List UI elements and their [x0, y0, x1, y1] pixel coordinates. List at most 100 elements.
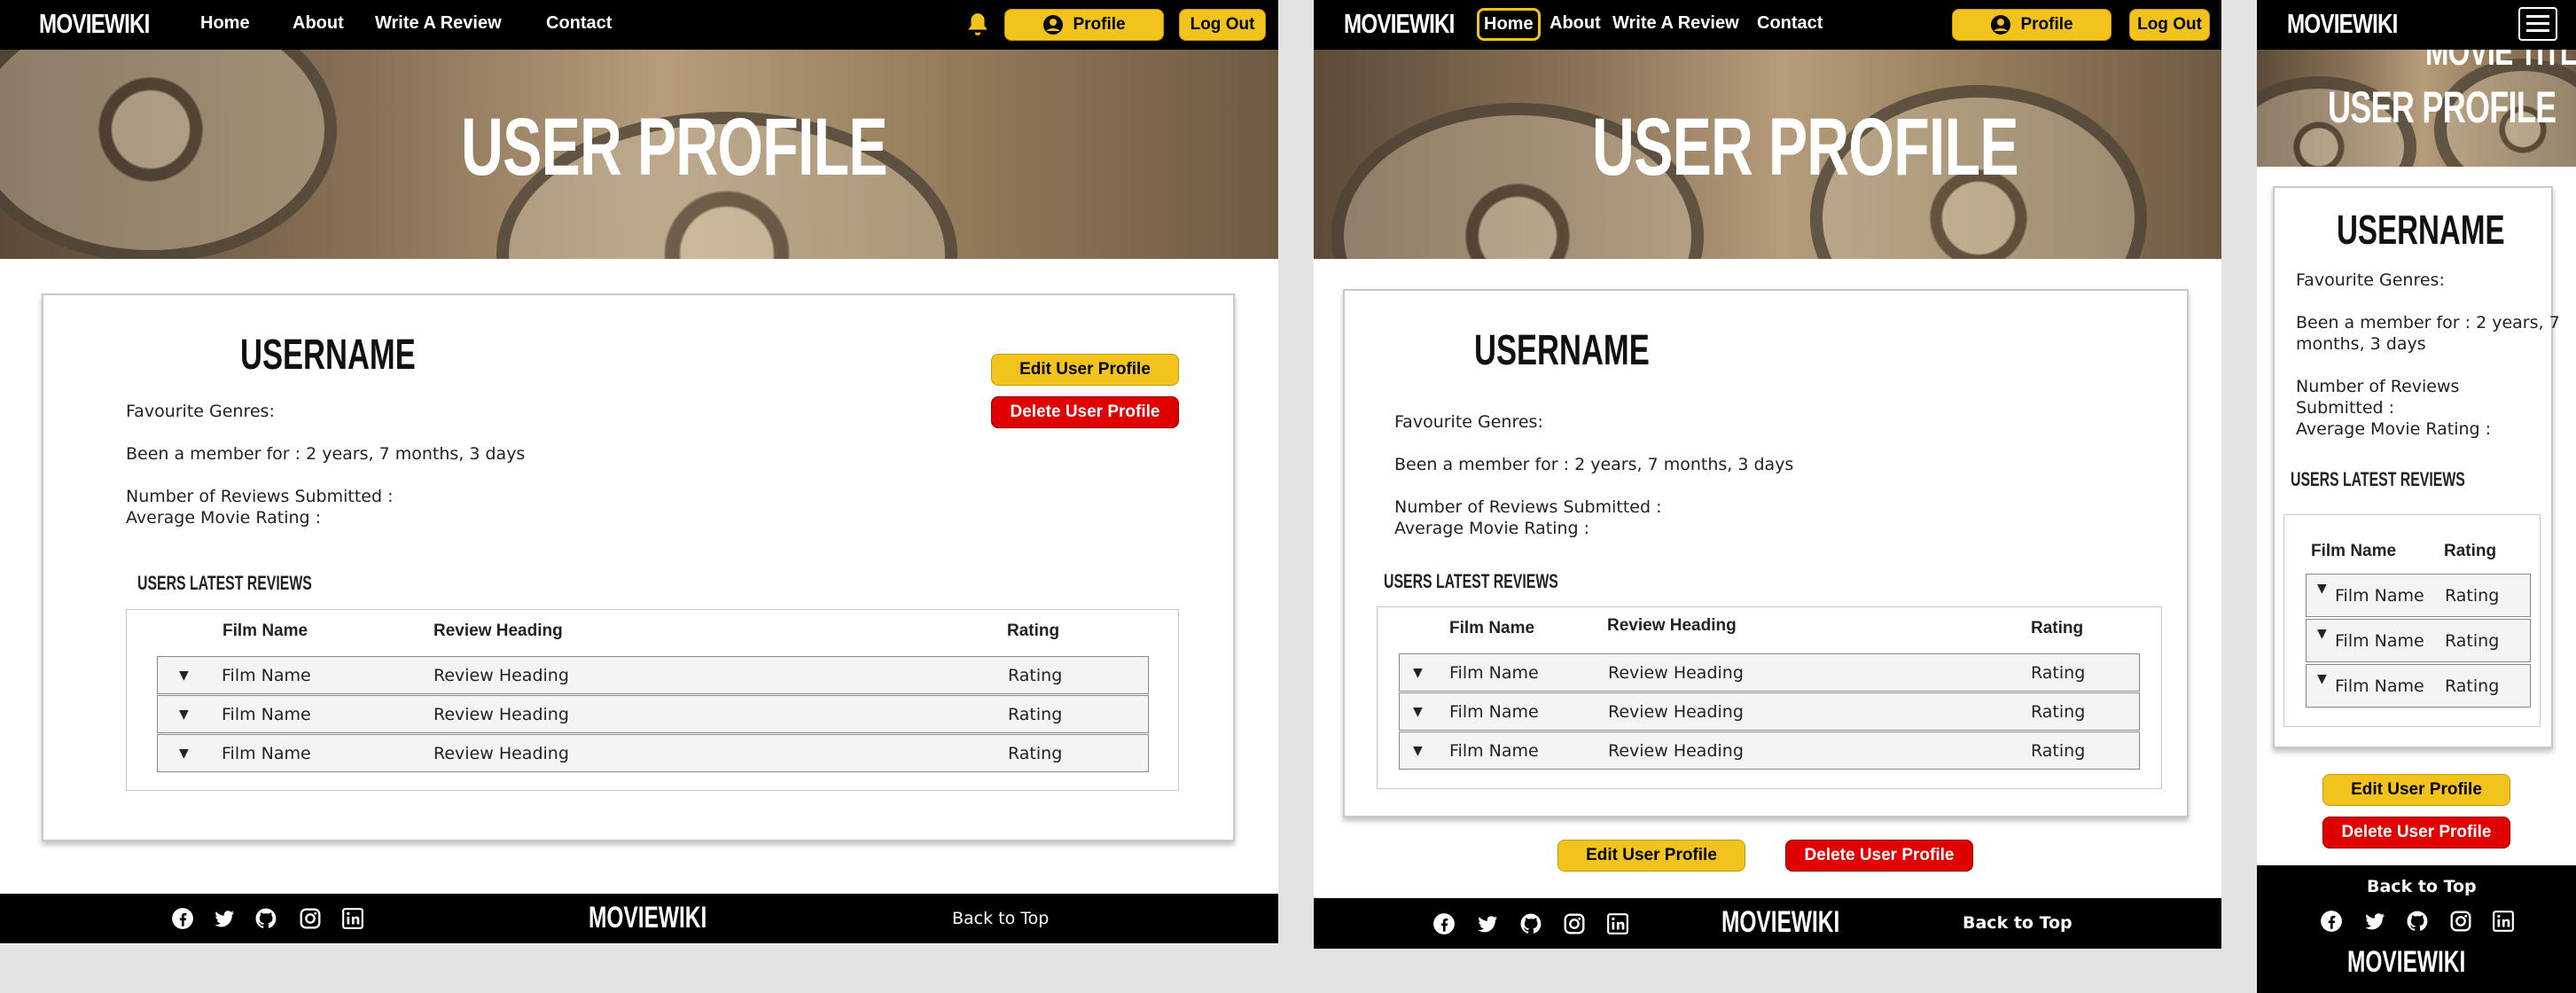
navbar: MOVIEWIKI Home About Write A Review Cont…: [1314, 0, 2221, 50]
average-rating: Average Movie Rating :: [1394, 519, 1590, 538]
brand-logo[interactable]: MOVIEWIKI: [2287, 8, 2398, 40]
table-row[interactable]: ▼ Film Name Rating: [2306, 619, 2531, 662]
nav-contact[interactable]: Contact: [1757, 13, 1823, 34]
github-icon[interactable]: [1519, 912, 1542, 935]
username: USERNAME: [240, 332, 416, 379]
instagram-icon[interactable]: [1563, 912, 1586, 935]
nav-home[interactable]: Home: [1477, 8, 1541, 41]
delete-profile-button[interactable]: Delete User Profile: [1785, 840, 1973, 872]
footer-logo[interactable]: MOVIEWIKI: [589, 901, 706, 935]
nav-about[interactable]: About: [1550, 13, 1601, 34]
profile-card: USERNAME Favourite Genres: Been a member…: [2273, 186, 2560, 748]
review-heading: Review Heading: [1608, 740, 1744, 761]
reviews-submitted: Number of Reviews Submitted :: [1394, 497, 1662, 517]
logout-button[interactable]: Log Out: [2129, 9, 2210, 41]
facebook-icon[interactable]: [171, 907, 194, 930]
footer-logo[interactable]: MOVIEWIKI: [2347, 945, 2465, 980]
bell-icon[interactable]: [966, 12, 989, 36]
table-row[interactable]: ▼ Film Name Review Heading Rating: [157, 656, 1149, 694]
rating: Rating: [1008, 665, 1063, 685]
hamburger-menu-icon[interactable]: [2518, 7, 2557, 41]
instagram-icon[interactable]: [2449, 910, 2472, 933]
profile-card: USERNAME Favourite Genres: Been a member…: [1343, 289, 2189, 817]
linkedin-icon[interactable]: [2492, 910, 2515, 933]
linkedin-icon[interactable]: [1606, 912, 1629, 935]
facebook-icon[interactable]: [1432, 912, 1456, 935]
linkedin-icon[interactable]: [341, 907, 364, 930]
reviews-table: Film Name Rating ▼ Film Name Rating ▼ Fi…: [2283, 514, 2541, 727]
caret-down-icon[interactable]: ▼: [179, 747, 189, 761]
rating: Rating: [2031, 740, 2086, 761]
edit-profile-button[interactable]: Edit User Profile: [2322, 774, 2510, 806]
table-row[interactable]: ▼ Film Name Review Heading Rating: [157, 695, 1149, 733]
delete-profile-button[interactable]: Delete User Profile: [991, 396, 1179, 428]
profile-button[interactable]: Profile: [1952, 9, 2112, 41]
desktop-view: MOVIEWIKI Home About Write A Review Cont…: [0, 0, 1278, 945]
caret-down-icon[interactable]: ▼: [2317, 582, 2327, 596]
table-row[interactable]: ▼ Film Name Rating: [2306, 574, 2531, 617]
table-row[interactable]: ▼ Film Name Review Heading Rating: [157, 734, 1149, 772]
rating: Rating: [1008, 704, 1063, 724]
footer: MOVIEWIKI Back to Top: [0, 894, 1278, 943]
brand-logo[interactable]: MOVIEWIKI: [39, 8, 150, 40]
back-to-top-link[interactable]: Back to Top: [952, 909, 1049, 928]
table-row[interactable]: ▼ Film Name Review Heading Rating: [1399, 731, 2140, 770]
nav-write-review[interactable]: Write A Review: [375, 13, 502, 34]
back-to-top-link[interactable]: Back to Top: [1963, 913, 2073, 933]
page-title: USER PROFILE: [461, 102, 888, 192]
profile-label: Profile: [2020, 15, 2073, 34]
favourite-genres: Favourite Genres:: [1394, 412, 1543, 432]
edit-profile-button[interactable]: Edit User Profile: [1557, 840, 1745, 872]
caret-down-icon[interactable]: ▼: [1413, 666, 1423, 680]
back-to-top-link[interactable]: Back to Top: [2367, 877, 2477, 896]
instagram-icon[interactable]: [299, 907, 322, 930]
github-icon[interactable]: [254, 907, 277, 930]
delete-profile-button[interactable]: Delete User Profile: [2322, 817, 2510, 848]
film-name: Film Name: [1449, 740, 1539, 761]
caret-down-icon[interactable]: ▼: [2317, 672, 2327, 686]
latest-reviews-title: USERS LATEST REVIEWS: [1384, 570, 1558, 592]
nav-about[interactable]: About: [293, 13, 344, 34]
col-film-name: Film Name: [2311, 542, 2397, 560]
table-row[interactable]: ▼ Film Name Review Heading Rating: [1399, 653, 2140, 692]
col-film-name: Film Name: [1449, 619, 1535, 637]
logout-button[interactable]: Log Out: [1179, 9, 1266, 41]
profile-button[interactable]: Profile: [1004, 9, 1164, 41]
hero-banner: USER PROFILE: [1314, 50, 2221, 259]
nav-home[interactable]: Home: [200, 13, 250, 34]
twitter-icon[interactable]: [213, 907, 236, 930]
caret-down-icon[interactable]: ▼: [179, 669, 189, 683]
review-heading: Review Heading: [433, 743, 569, 763]
nav-contact[interactable]: Contact: [546, 13, 612, 34]
caret-down-icon[interactable]: ▼: [2317, 627, 2327, 641]
partial-hero-title: MOVIE TITLE: [2425, 50, 2576, 74]
film-name: Film Name: [222, 704, 311, 724]
profile-card: USERNAME Favourite Genres: Been a member…: [42, 293, 1235, 841]
brand-logo[interactable]: MOVIEWIKI: [1344, 8, 1455, 40]
favourite-genres: Favourite Genres:: [126, 402, 275, 421]
twitter-icon[interactable]: [2363, 910, 2386, 933]
username: USERNAME: [2337, 207, 2505, 253]
rating: Rating: [2031, 662, 2086, 683]
review-heading: Review Heading: [433, 704, 569, 724]
member-duration-line1: Been a member for : 2 years, 7: [2296, 313, 2560, 332]
latest-reviews-title: USERS LATEST REVIEWS: [137, 572, 312, 594]
reviews-submitted: Number of Reviews Submitted :: [126, 487, 394, 506]
film-name: Film Name: [222, 665, 311, 685]
footer: Back to Top MOVIEWIKI: [2257, 865, 2576, 993]
footer-logo[interactable]: MOVIEWIKI: [1721, 905, 1839, 940]
table-row[interactable]: ▼ Film Name Review Heading Rating: [1399, 692, 2140, 731]
caret-down-icon[interactable]: ▼: [1413, 705, 1423, 719]
caret-down-icon[interactable]: ▼: [1413, 744, 1423, 758]
reviews-submitted-line1: Number of Reviews: [2296, 377, 2460, 396]
footer: MOVIEWIKI Back to Top: [1314, 898, 2221, 949]
caret-down-icon[interactable]: ▼: [179, 708, 189, 722]
table-row[interactable]: ▼ Film Name Rating: [2306, 664, 2531, 708]
twitter-icon[interactable]: [1476, 912, 1499, 935]
github-icon[interactable]: [2406, 910, 2429, 933]
nav-write-review[interactable]: Write A Review: [1612, 13, 1739, 34]
facebook-icon[interactable]: [2320, 910, 2343, 933]
edit-profile-button[interactable]: Edit User Profile: [991, 354, 1179, 386]
film-name: Film Name: [1449, 701, 1539, 722]
mobile-view: MOVIEWIKI MOVIE TITLE USER PROFILE USERN…: [2257, 0, 2576, 993]
